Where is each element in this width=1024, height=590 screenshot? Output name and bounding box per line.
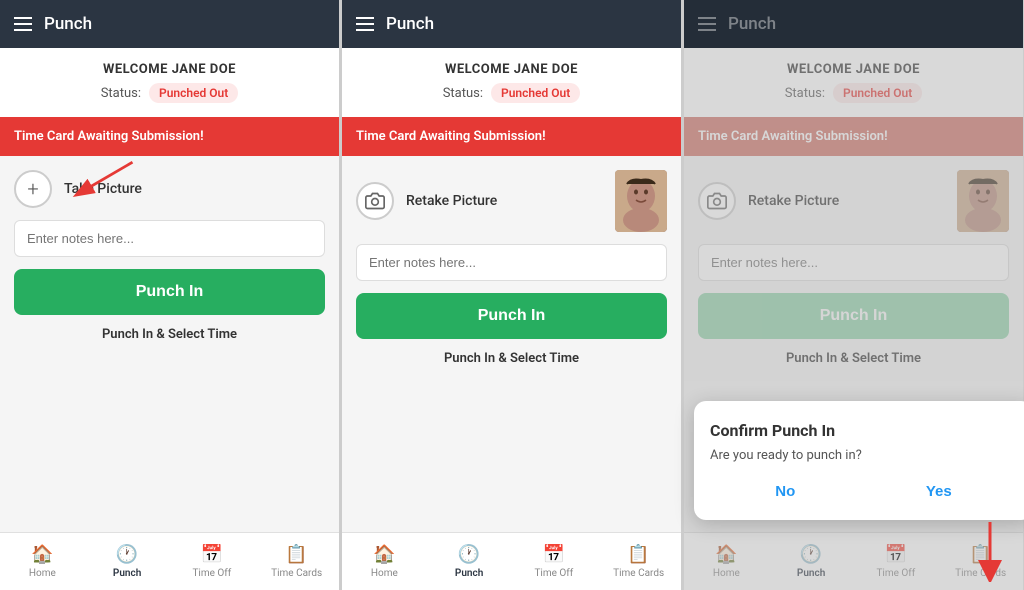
take-picture-btn[interactable]: + [14,170,52,208]
photo-face-panel2 [615,170,667,232]
nav-punch-panel2[interactable]: 🕐 Punch [427,533,512,590]
content-panel1: WELCOME JANE DOE Status: Punched Out Tim… [0,48,339,532]
arrow-annotation-panel3 [965,517,1015,582]
status-badge-panel1: Punched Out [149,83,238,103]
confirm-modal-title: Confirm Punch In [710,421,1017,440]
punch-icon-panel2: 🕐 [458,544,480,565]
picture-row-panel2: Retake Picture [356,170,667,232]
timeoff-icon-panel1: 📅 [201,544,223,565]
nav-timecards-panel1[interactable]: 📋 Time Cards [254,533,339,590]
main-body-panel1: + Take Picture Punch In Punch In & Selec… [0,156,339,532]
welcome-title-panel2: WELCOME JANE DOE [356,62,667,77]
confirm-no-btn[interactable]: No [759,479,811,504]
nav-punch-panel1[interactable]: 🕐 Punch [85,533,170,590]
alert-banner-panel1[interactable]: Time Card Awaiting Submission! [0,117,339,156]
nav-timecards-label-panel2: Time Cards [613,568,664,579]
alert-banner-panel2[interactable]: Time Card Awaiting Submission! [342,117,681,156]
notes-input-panel2[interactable] [356,244,667,281]
home-icon-panel1: 🏠 [31,544,53,565]
status-label-panel2: Status: [443,86,483,101]
status-badge-panel2: Punched Out [491,83,580,103]
punch-icon-panel1: 🕐 [116,544,138,565]
nav-home-label-panel2: Home [371,568,398,579]
punch-in-btn-panel1[interactable]: Punch In [14,269,325,315]
nav-timecards-panel2[interactable]: 📋 Time Cards [596,533,681,590]
nav-punch-label-panel2: Punch [455,568,483,579]
app-title-panel1: Punch [44,14,92,34]
confirm-yes-btn[interactable]: Yes [910,479,968,504]
timeoff-icon-panel2: 📅 [543,544,565,565]
panel-2: Punch WELCOME JANE DOE Status: Punched O… [342,0,682,590]
nav-home-panel2[interactable]: 🏠 Home [342,533,427,590]
hamburger-menu-icon[interactable] [14,17,32,31]
camera-icon-panel2 [365,191,385,211]
status-label-panel1: Status: [101,86,141,101]
home-icon-panel2: 🏠 [373,544,395,565]
app-title-panel2: Punch [386,14,434,34]
app-header-panel2: Punch [342,0,681,48]
timecards-icon-panel2: 📋 [627,544,649,565]
nav-timeoff-label-panel2: Time Off [534,568,573,579]
nav-timeoff-label-panel1: Time Off [192,568,231,579]
content-panel2: WELCOME JANE DOE Status: Punched Out Tim… [342,48,681,532]
picture-label-panel1: Take Picture [64,181,142,197]
timecards-icon-panel1: 📋 [285,544,307,565]
picture-row-panel1: + Take Picture [14,170,325,208]
panel-1: Punch WELCOME JANE DOE Status: Punched O… [0,0,340,590]
face-svg [615,170,667,232]
nav-timecards-label-panel1: Time Cards [271,568,322,579]
nav-home-panel1[interactable]: 🏠 Home [0,533,85,590]
panel-3: Punch WELCOME JANE DOE Status: Punched O… [684,0,1024,590]
nav-timeoff-panel1[interactable]: 📅 Time Off [170,533,255,590]
nav-home-label-panel1: Home [29,568,56,579]
modal-overlay: Confirm Punch In Are you ready to punch … [684,0,1023,590]
plus-icon: + [27,179,38,199]
nav-punch-label-panel1: Punch [113,568,141,579]
punch-in-btn-panel2[interactable]: Punch In [356,293,667,339]
bottom-nav-panel2: 🏠 Home 🕐 Punch 📅 Time Off 📋 Time Cards [342,532,681,590]
punch-link-panel1[interactable]: Punch In & Select Time [14,327,325,342]
confirm-modal-buttons: No Yes [710,479,1017,504]
welcome-section-panel1: WELCOME JANE DOE Status: Punched Out [0,48,339,117]
welcome-section-panel2: WELCOME JANE DOE Status: Punched Out [342,48,681,117]
app-header-panel1: Punch [0,0,339,48]
nav-timeoff-panel2[interactable]: 📅 Time Off [512,533,597,590]
main-body-panel2: Retake Picture [342,156,681,532]
picture-label-panel2: Retake Picture [406,193,497,209]
hamburger-menu-icon-panel2[interactable] [356,17,374,31]
bottom-nav-panel1: 🏠 Home 🕐 Punch 📅 Time Off 📋 Time Cards [0,532,339,590]
confirm-modal-text: Are you ready to punch in? [710,448,1017,463]
photo-thumbnail-panel2 [615,170,667,232]
notes-input-panel1[interactable] [14,220,325,257]
retake-picture-btn-panel2[interactable] [356,182,394,220]
status-row-panel1: Status: Punched Out [14,83,325,103]
punch-link-panel2[interactable]: Punch In & Select Time [356,351,667,366]
confirm-punch-modal: Confirm Punch In Are you ready to punch … [694,401,1024,520]
welcome-title-panel1: WELCOME JANE DOE [14,62,325,77]
status-row-panel2: Status: Punched Out [356,83,667,103]
